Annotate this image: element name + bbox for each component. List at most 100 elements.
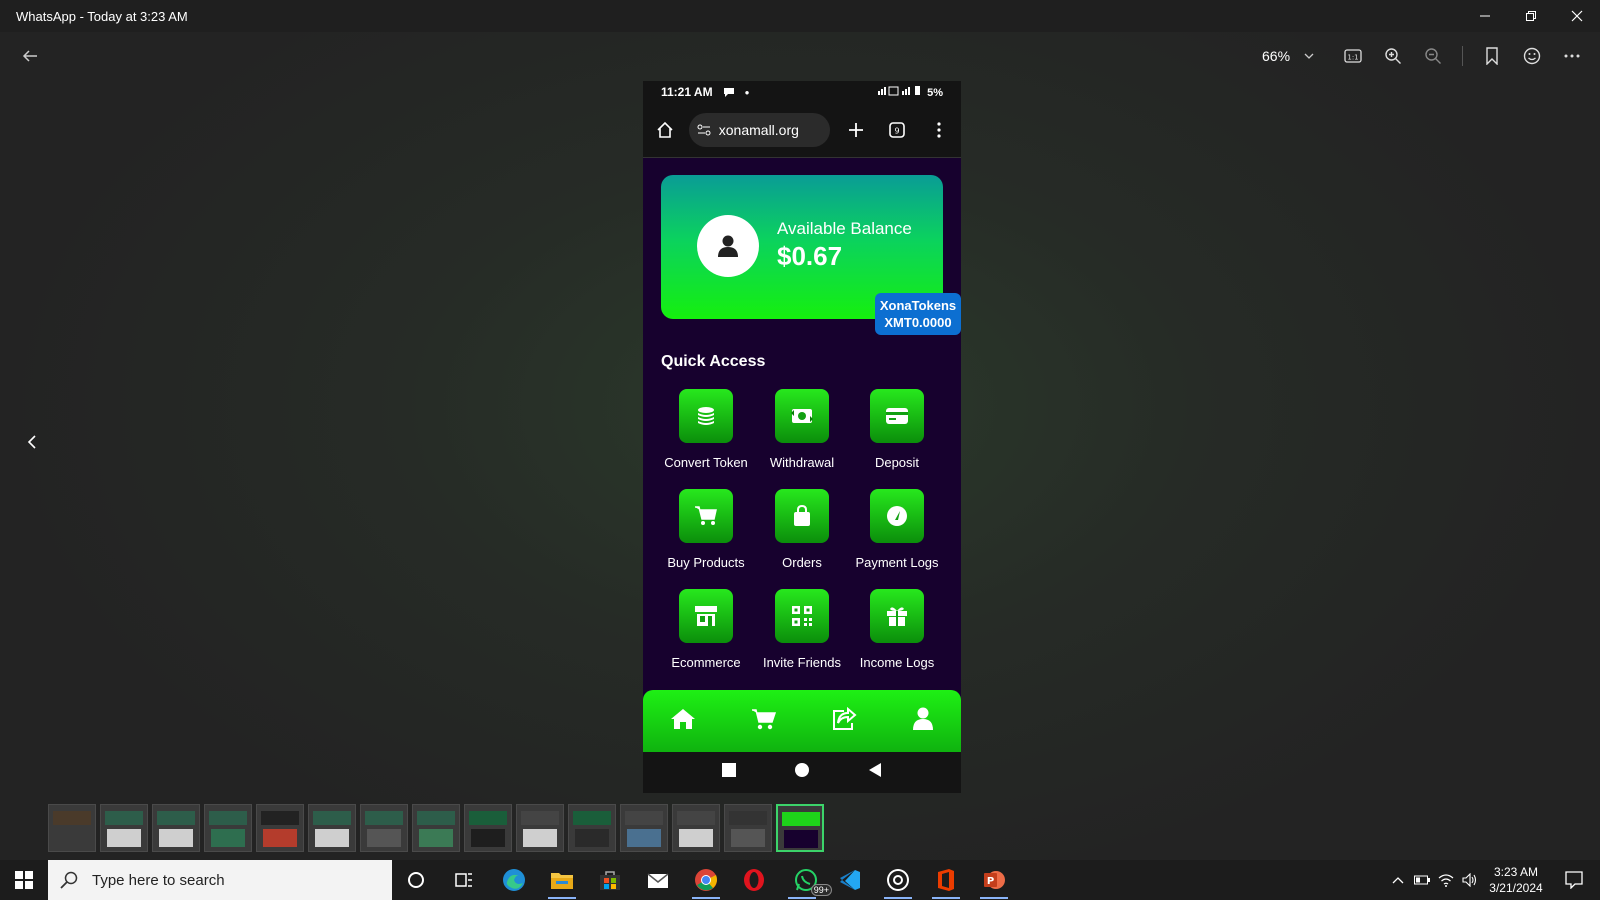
file-explorer-app[interactable] xyxy=(542,864,582,899)
tile-icon-box xyxy=(775,389,829,443)
browser-home-button[interactable] xyxy=(651,116,679,144)
tile-ecommerce[interactable]: Ecommerce xyxy=(656,589,756,670)
clock-date: 3/21/2024 xyxy=(1489,881,1543,895)
tile-withdrawal[interactable]: Withdrawal xyxy=(752,389,852,470)
more-button[interactable] xyxy=(1556,40,1588,72)
tile-income-logs[interactable]: Income Logs xyxy=(847,589,947,670)
chevron-down-icon xyxy=(1304,53,1314,59)
thumbnail[interactable] xyxy=(100,804,148,852)
close-button[interactable] xyxy=(1554,0,1600,32)
zoom-out-button[interactable] xyxy=(1417,40,1449,72)
thumbnail[interactable] xyxy=(308,804,356,852)
network-tray-button[interactable] xyxy=(1434,860,1458,900)
thumbnail[interactable] xyxy=(672,804,720,852)
notifications-button[interactable] xyxy=(1556,860,1592,900)
bookmark-button[interactable] xyxy=(1476,40,1508,72)
thumbnail[interactable] xyxy=(256,804,304,852)
back-system-button[interactable] xyxy=(868,763,882,782)
thumbnail[interactable] xyxy=(724,804,772,852)
tile-label: Income Logs xyxy=(859,655,935,670)
tile-icon-box xyxy=(870,489,924,543)
user-icon xyxy=(718,235,738,257)
thumbnail[interactable] xyxy=(204,804,252,852)
notification-dot-icon: ● xyxy=(744,87,750,97)
opera-app[interactable] xyxy=(734,864,774,896)
zoom-level[interactable]: 66% xyxy=(1262,48,1290,64)
bottom-navigation xyxy=(643,690,961,752)
nav-profile-button[interactable] xyxy=(912,707,934,736)
chevron-up-icon xyxy=(1392,877,1404,884)
tile-orders[interactable]: Orders xyxy=(752,489,852,570)
thumbnail[interactable] xyxy=(620,804,668,852)
new-tab-button[interactable] xyxy=(842,116,870,144)
avatar[interactable] xyxy=(697,215,759,277)
whatsapp-app[interactable]: 99+ xyxy=(782,864,832,899)
tile-label: Orders xyxy=(782,555,822,570)
battery-tray-button[interactable] xyxy=(1410,860,1434,900)
thumbnail[interactable] xyxy=(568,804,616,852)
tabs-button[interactable]: 9 xyxy=(883,116,911,144)
tile-icon-box xyxy=(870,389,924,443)
tile-convert-token[interactable]: Convert Token xyxy=(656,389,756,470)
bookmark-icon xyxy=(1486,47,1498,65)
restore-button[interactable] xyxy=(1508,0,1554,32)
task-view-button[interactable] xyxy=(444,864,484,896)
back-arrow-icon xyxy=(22,50,37,62)
browser-menu-button[interactable] xyxy=(925,116,953,144)
thumbnail-selected[interactable] xyxy=(776,804,824,852)
zoom-dropdown-button[interactable] xyxy=(1293,40,1325,72)
mail-app[interactable] xyxy=(638,864,678,896)
thumbnail[interactable] xyxy=(360,804,408,852)
office-icon xyxy=(938,869,954,891)
tile-deposit[interactable]: Deposit xyxy=(847,389,947,470)
home-system-button[interactable] xyxy=(794,763,809,782)
vscode-app[interactable] xyxy=(830,864,870,896)
office-app[interactable] xyxy=(926,864,966,899)
tile-invite-friends[interactable]: Invite Friends xyxy=(752,589,852,670)
cart-icon xyxy=(695,506,717,525)
circle-icon xyxy=(794,763,809,777)
minimize-button[interactable] xyxy=(1462,0,1508,32)
thumbnail[interactable] xyxy=(516,804,564,852)
nav-cart-button[interactable] xyxy=(751,708,777,735)
tokens-badge[interactable]: XonaTokens XMT0.0000 xyxy=(875,293,961,335)
thumbnail[interactable] xyxy=(48,804,96,852)
share-icon xyxy=(833,706,857,730)
address-field[interactable]: xonamall.org xyxy=(688,113,830,147)
close-icon xyxy=(1571,10,1583,22)
nav-share-button[interactable] xyxy=(831,706,857,736)
show-hidden-icons-button[interactable] xyxy=(1386,860,1410,900)
powerpoint-app[interactable]: P xyxy=(974,864,1014,899)
thumbnail[interactable] xyxy=(412,804,460,852)
nav-home-button[interactable] xyxy=(670,708,696,735)
thumbnail[interactable] xyxy=(464,804,512,852)
obs-app[interactable] xyxy=(878,864,918,899)
qr-code-icon xyxy=(792,606,812,626)
gift-icon xyxy=(887,607,907,626)
back-button[interactable] xyxy=(14,40,46,72)
actual-size-button[interactable]: 1:1 xyxy=(1337,40,1369,72)
speaker-icon xyxy=(1462,873,1477,887)
store-app[interactable] xyxy=(590,864,630,896)
tile-payment-logs[interactable]: Payment Logs xyxy=(847,489,947,570)
svg-text:1:1: 1:1 xyxy=(1347,54,1358,62)
shopping-bag-icon xyxy=(794,505,810,526)
mail-icon xyxy=(647,873,669,888)
taskbar-search-box[interactable]: Type here to search xyxy=(48,860,392,900)
taskbar-clock[interactable]: 3:23 AM 3/21/2024 xyxy=(1478,864,1554,896)
battery-icon xyxy=(1414,875,1430,885)
thumbnail[interactable] xyxy=(152,804,200,852)
previous-image-button[interactable] xyxy=(20,426,44,458)
tokens-name: XonaTokens xyxy=(879,298,957,313)
cortana-button[interactable] xyxy=(396,864,436,896)
tile-label: Convert Token xyxy=(664,455,748,470)
zoom-out-icon xyxy=(1425,48,1441,64)
emoji-button[interactable] xyxy=(1516,40,1548,72)
zoom-in-button[interactable] xyxy=(1377,40,1409,72)
edge-app[interactable] xyxy=(494,864,534,896)
chrome-app[interactable] xyxy=(686,864,726,899)
tile-buy-products[interactable]: Buy Products xyxy=(656,489,756,570)
notification-icon xyxy=(1565,871,1583,889)
recents-button[interactable] xyxy=(722,763,737,782)
start-button[interactable] xyxy=(0,860,48,900)
